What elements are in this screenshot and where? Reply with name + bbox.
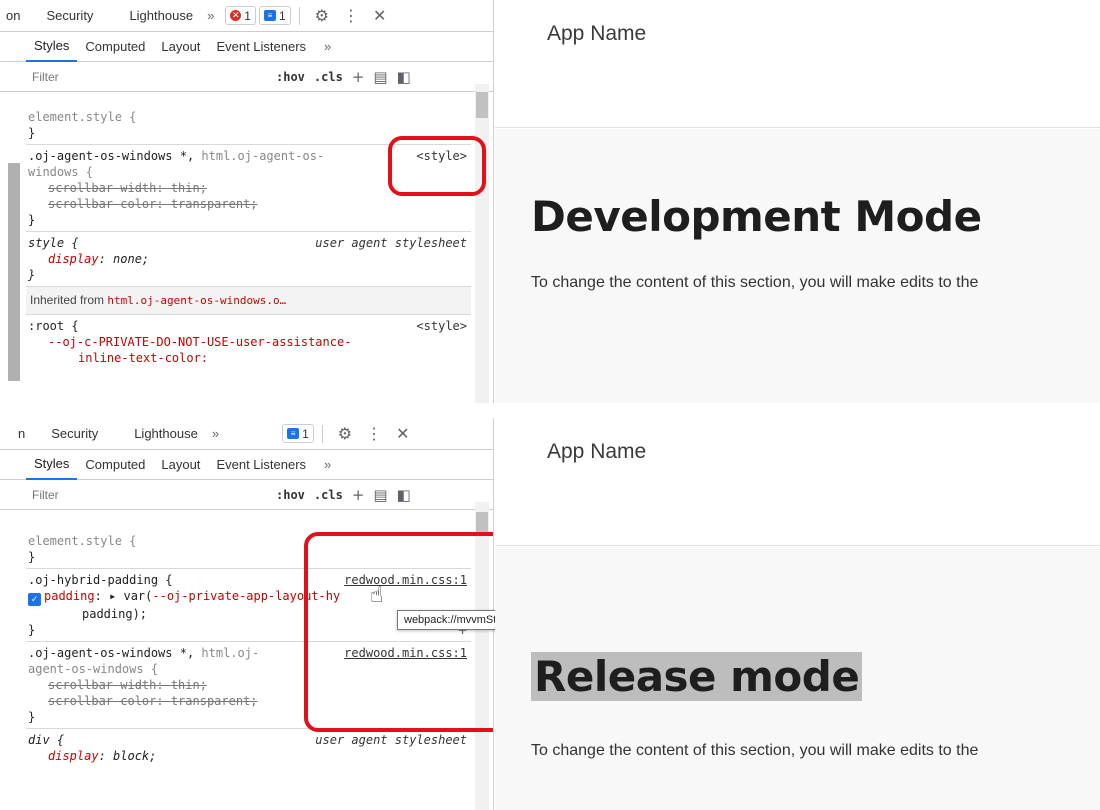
property-line[interactable]: inline-text-color: <box>28 350 467 366</box>
styles-scrollbar[interactable] <box>475 84 489 403</box>
devtools-tab-bar: n Security Lighthouse » ≡ 1 ⚙ ⋮ ✕ <box>0 418 493 450</box>
tab-lighthouse[interactable]: Lighthouse <box>123 8 199 23</box>
toggle-sidebar-icon[interactable]: ◧ <box>397 486 411 504</box>
message-icon: ≡ <box>287 428 300 439</box>
style-rule[interactable]: :root { <style> --oj-c-PRIVATE-DO-NOT-US… <box>26 315 471 369</box>
rule-selector: :root { <box>28 319 79 333</box>
intro-paragraph: To change the content of this section, y… <box>531 742 979 759</box>
tab-computed[interactable]: Computed <box>77 450 153 480</box>
page-title: Release mode <box>531 652 863 701</box>
style-rule[interactable]: style { user agent stylesheet display: n… <box>26 232 471 287</box>
style-rule[interactable]: div { user agent stylesheet display: blo… <box>26 729 471 767</box>
annotation-highlight <box>304 532 493 732</box>
tab-security[interactable]: Security <box>40 8 99 23</box>
message-badge[interactable]: ≡ 1 <box>282 424 314 443</box>
tab-layout[interactable]: Layout <box>153 32 208 62</box>
tab-lighthouse[interactable]: Lighthouse <box>128 426 204 441</box>
kebab-icon[interactable]: ⋮ <box>336 6 366 26</box>
rule-close: } <box>28 623 36 637</box>
tab-computed[interactable]: Computed <box>77 32 153 62</box>
app-content: Release mode To change the content of th… <box>495 547 1100 810</box>
rule-selector: div { <box>28 733 65 747</box>
message-icon: ≡ <box>263 10 276 21</box>
property-checkbox[interactable]: ✓ <box>28 593 41 606</box>
cls-toggle[interactable]: .cls <box>314 488 343 502</box>
devtools-panel: on Security Lighthouse » ✕ 1 ≡ 1 ⚙ ⋮ ✕ Sty… <box>0 0 494 403</box>
app-content: Development Mode To change the content o… <box>495 129 1100 403</box>
app-name: App Name <box>547 440 647 463</box>
app-name: App Name <box>547 22 647 45</box>
paint-brush-icon[interactable]: ▤ <box>373 486 387 504</box>
property-line[interactable]: display: block; <box>28 748 467 764</box>
intro-paragraph: To change the content of this section, y… <box>531 274 979 291</box>
close-icon[interactable]: ✕ <box>366 6 393 26</box>
annotation-highlight <box>388 136 486 196</box>
tab-cut[interactable]: on <box>0 8 26 23</box>
chevron-more-icon[interactable]: » <box>314 39 341 54</box>
kebab-icon[interactable]: ⋮ <box>359 424 389 444</box>
filter-toolbar: :hov .cls + ▤ ◧ <box>0 480 493 510</box>
inherited-header: Inherited from html.oj-agent-os-windows.… <box>26 287 471 315</box>
app-preview: App Name Release mode To change the cont… <box>495 418 1100 810</box>
top-screenshot-panel: on Security Lighthouse » ✕ 1 ≡ 1 ⚙ ⋮ ✕ Sty… <box>0 0 1100 403</box>
paint-brush-icon[interactable]: ▤ <box>373 68 387 86</box>
filter-input[interactable] <box>26 65 260 88</box>
add-rule-icon[interactable]: + <box>352 68 365 86</box>
cls-toggle[interactable]: .cls <box>314 70 343 84</box>
tab-security[interactable]: Security <box>45 426 104 441</box>
error-badge[interactable]: ✕ 1 <box>225 6 256 25</box>
property-line[interactable]: --oj-c-PRIVATE-DO-NOT-USE-user-assistanc… <box>28 334 467 350</box>
gear-icon[interactable]: ⚙ <box>308 6 336 26</box>
filter-input[interactable] <box>26 483 260 506</box>
tab-event-listeners[interactable]: Event Listeners <box>208 32 314 62</box>
rule-source-link[interactable]: <style> <box>416 318 467 334</box>
app-header: App Name <box>495 418 1100 546</box>
rule-selector: .oj-agent-os-windows *, html.oj-agent-os… <box>28 149 325 163</box>
app-preview: App Name Development Mode To change the … <box>495 0 1100 403</box>
hand-cursor-icon: ☝ <box>370 582 384 607</box>
rule-selector: .oj-agent-os-windows *, html.oj- <box>28 646 260 660</box>
chevron-more-icon[interactable]: » <box>314 457 341 472</box>
divider <box>321 424 323 443</box>
left-scrollbar[interactable] <box>8 163 20 381</box>
tab-styles[interactable]: Styles <box>26 450 78 480</box>
hov-toggle[interactable]: :hov <box>276 70 305 84</box>
rule-origin-label: user agent stylesheet <box>315 733 467 747</box>
property-line[interactable]: display: none; <box>28 251 467 267</box>
toggle-sidebar-icon[interactable]: ◧ <box>397 68 411 86</box>
rule-selector: element.style { <box>28 110 137 124</box>
devtools-tab-bar: on Security Lighthouse » ✕ 1 ≡ 1 ⚙ ⋮ ✕ <box>0 0 493 32</box>
tab-cut[interactable]: n <box>0 426 31 441</box>
more-tabs-icon[interactable]: » <box>204 426 227 441</box>
add-rule-icon[interactable]: + <box>352 486 365 504</box>
hov-toggle[interactable]: :hov <box>276 488 305 502</box>
gear-icon[interactable]: ⚙ <box>331 424 359 444</box>
rule-selector: style { <box>28 236 79 250</box>
filter-toolbar: :hov .cls + ▤ ◧ <box>0 62 493 92</box>
message-badge[interactable]: ≡ 1 <box>258 6 291 25</box>
property-line[interactable]: scrollbar-color: transparent; <box>28 196 467 212</box>
tab-layout[interactable]: Layout <box>153 450 208 480</box>
divider <box>298 6 300 25</box>
rule-close: } <box>28 213 36 227</box>
rule-selector: .oj-hybrid-padding { <box>28 573 173 587</box>
scrollbar-thumb[interactable] <box>476 92 488 118</box>
close-icon[interactable]: ✕ <box>389 424 416 444</box>
more-tabs-icon[interactable]: » <box>199 8 222 23</box>
rule-origin-label: user agent stylesheet <box>315 236 467 250</box>
app-header: App Name <box>495 0 1100 128</box>
styles-subtab-bar: Styles Computed Layout Event Listeners » <box>0 32 493 62</box>
inherited-link[interactable]: html.oj-agent-os-windows.o… <box>107 294 286 307</box>
error-icon: ✕ <box>230 10 242 21</box>
tab-event-listeners[interactable]: Event Listeners <box>208 450 314 480</box>
page-title: Development Mode <box>531 192 982 241</box>
rule-close: } <box>28 268 36 282</box>
styles-subtab-bar: Styles Computed Layout Event Listeners » <box>0 450 493 480</box>
tab-styles[interactable]: Styles <box>26 32 78 62</box>
bottom-screenshot-panel: n Security Lighthouse » ≡ 1 ⚙ ⋮ ✕ Styles … <box>0 418 1100 810</box>
